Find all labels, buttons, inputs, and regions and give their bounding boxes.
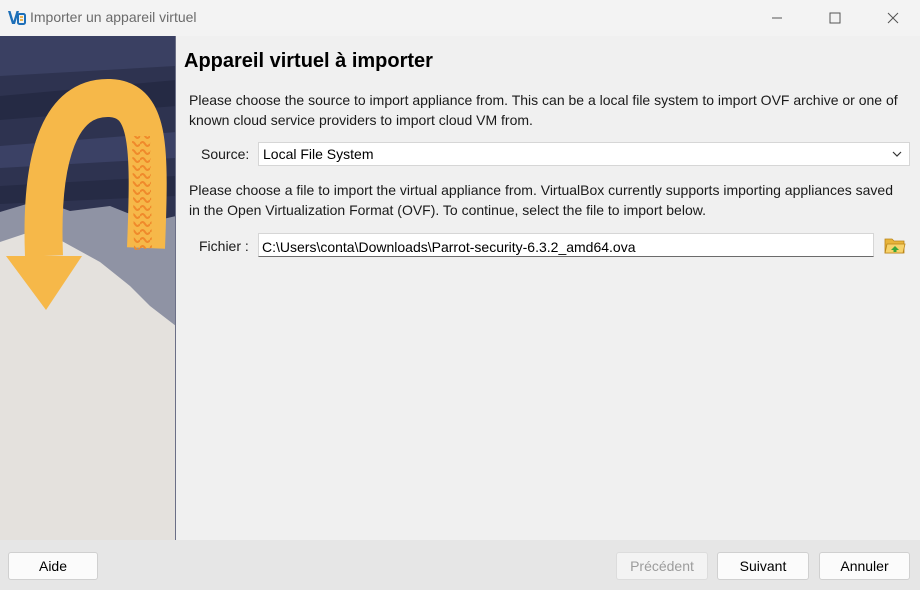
source-selected-value: Local File System	[263, 146, 374, 162]
window-title: Importer un appareil virtuel	[30, 9, 197, 25]
maximize-icon	[829, 12, 841, 24]
source-label: Source:	[201, 146, 250, 162]
title-bar: Importer un appareil virtuel	[0, 0, 920, 36]
close-button[interactable]	[868, 0, 918, 36]
close-icon	[887, 12, 899, 24]
file-label: Fichier :	[199, 238, 249, 254]
minimize-icon	[772, 17, 782, 19]
help-button[interactable]: Aide	[8, 552, 98, 580]
browse-file-button[interactable]	[884, 235, 906, 255]
folder-open-icon	[884, 238, 906, 254]
import-arrow-illustration	[0, 36, 175, 540]
source-select[interactable]: Local File System	[258, 142, 910, 166]
next-button[interactable]: Suivant	[717, 552, 809, 580]
file-path-input[interactable]	[258, 233, 874, 257]
source-description: Please choose the source to import appli…	[189, 92, 898, 128]
cancel-button[interactable]: Annuler	[819, 552, 910, 580]
virtualbox-app-icon	[8, 11, 26, 25]
back-button[interactable]: Précédent	[616, 552, 708, 580]
page-title: Appareil virtuel à importer	[184, 50, 433, 72]
file-description: Please choose a file to import the virtu…	[189, 182, 893, 218]
minimize-button[interactable]	[752, 0, 802, 36]
chevron-down-icon	[892, 151, 902, 157]
dialog-footer: Aide Précédent Suivant Annuler	[0, 540, 920, 590]
wizard-banner	[0, 36, 176, 540]
maximize-button[interactable]	[810, 0, 860, 36]
main-panel: Appareil virtuel à importer Please choos…	[176, 36, 920, 540]
